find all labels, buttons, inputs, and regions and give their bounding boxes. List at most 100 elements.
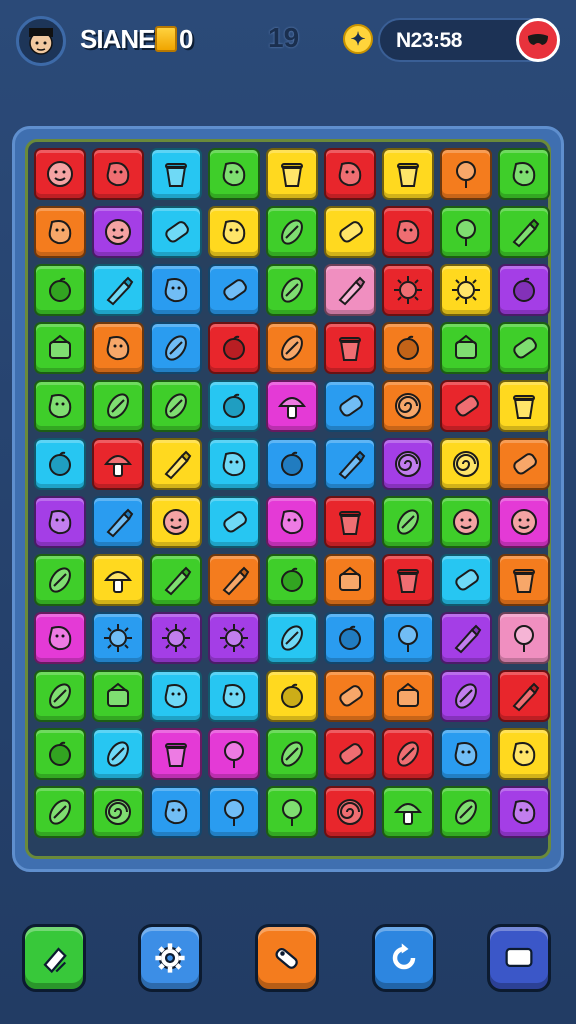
game-tile[interactable] [92,554,144,606]
game-tile[interactable] [324,496,376,548]
game-tile[interactable] [150,554,202,606]
game-tile[interactable] [92,670,144,722]
game-tile[interactable] [92,148,144,200]
game-tile[interactable] [208,322,260,374]
game-tile[interactable] [440,206,492,258]
game-tile[interactable] [150,612,202,664]
game-tile[interactable] [266,612,318,664]
game-tile[interactable] [440,554,492,606]
game-tile[interactable] [150,670,202,722]
game-tile[interactable] [150,786,202,838]
game-tile[interactable] [324,322,376,374]
game-tile[interactable] [208,554,260,606]
game-tile[interactable] [208,148,260,200]
game-tile[interactable] [34,264,86,316]
game-tile[interactable] [324,148,376,200]
game-tile[interactable] [382,380,434,432]
game-tile[interactable] [382,206,434,258]
game-tile[interactable] [498,554,550,606]
game-tile[interactable] [266,322,318,374]
game-tile[interactable] [382,148,434,200]
game-tile[interactable] [498,380,550,432]
game-tile[interactable] [150,148,202,200]
game-tile[interactable] [266,554,318,606]
game-tile[interactable] [324,786,376,838]
game-tile[interactable] [208,380,260,432]
game-tile[interactable] [266,496,318,548]
game-tile[interactable] [34,148,86,200]
game-tile[interactable] [34,728,86,780]
game-tile[interactable] [34,206,86,258]
game-tile[interactable] [92,728,144,780]
game-tile[interactable] [208,728,260,780]
gear-button[interactable] [138,924,202,992]
game-tile[interactable] [208,786,260,838]
game-tile[interactable] [440,728,492,780]
game-tile[interactable] [208,438,260,490]
game-tile[interactable] [382,322,434,374]
game-tile[interactable] [324,728,376,780]
game-tile[interactable] [208,612,260,664]
game-tile[interactable] [34,380,86,432]
game-tile[interactable] [382,786,434,838]
game-tile[interactable] [382,554,434,606]
game-tile[interactable] [150,728,202,780]
game-tile[interactable] [266,206,318,258]
message-button[interactable] [487,924,551,992]
game-tile[interactable] [208,264,260,316]
game-tile[interactable] [382,496,434,548]
game-tile[interactable] [498,612,550,664]
game-tile[interactable] [208,670,260,722]
game-tile[interactable] [150,380,202,432]
game-tile[interactable] [150,496,202,548]
game-tile[interactable] [324,612,376,664]
game-tile[interactable] [440,786,492,838]
game-tile[interactable] [34,786,86,838]
game-tile[interactable] [498,438,550,490]
game-tile[interactable] [498,148,550,200]
game-tile[interactable] [92,206,144,258]
game-tile[interactable] [498,670,550,722]
game-tile[interactable] [34,670,86,722]
game-tile[interactable] [92,496,144,548]
game-tile[interactable] [266,438,318,490]
game-tile[interactable] [92,612,144,664]
game-tile[interactable] [34,496,86,548]
game-tile[interactable] [440,670,492,722]
game-tile[interactable] [440,322,492,374]
game-tile[interactable] [382,438,434,490]
game-tile[interactable] [266,670,318,722]
flashlight-button[interactable] [22,924,86,992]
game-tile[interactable] [266,380,318,432]
game-tile[interactable] [440,264,492,316]
game-tile[interactable] [440,496,492,548]
game-tile[interactable] [208,206,260,258]
game-tile[interactable] [324,670,376,722]
game-tile[interactable] [324,438,376,490]
player-avatar[interactable] [16,16,66,66]
game-tile[interactable] [92,786,144,838]
game-tile[interactable] [150,322,202,374]
tool-button[interactable] [255,924,319,992]
game-tile[interactable] [498,322,550,374]
game-tile[interactable] [324,264,376,316]
score-button[interactable] [516,18,560,62]
game-tile[interactable] [150,438,202,490]
game-tile[interactable] [266,148,318,200]
game-tile[interactable] [266,728,318,780]
game-tile[interactable] [324,380,376,432]
game-tile[interactable] [34,612,86,664]
game-tile[interactable] [324,206,376,258]
game-tile[interactable] [498,728,550,780]
game-tile[interactable] [440,438,492,490]
game-tile[interactable] [498,496,550,548]
game-tile[interactable] [92,438,144,490]
game-tile[interactable] [440,380,492,432]
game-tile[interactable] [382,728,434,780]
game-tile[interactable] [208,496,260,548]
game-tile[interactable] [150,206,202,258]
game-tile[interactable] [498,206,550,258]
game-tile[interactable] [92,322,144,374]
game-tile[interactable] [34,554,86,606]
game-tile[interactable] [92,264,144,316]
